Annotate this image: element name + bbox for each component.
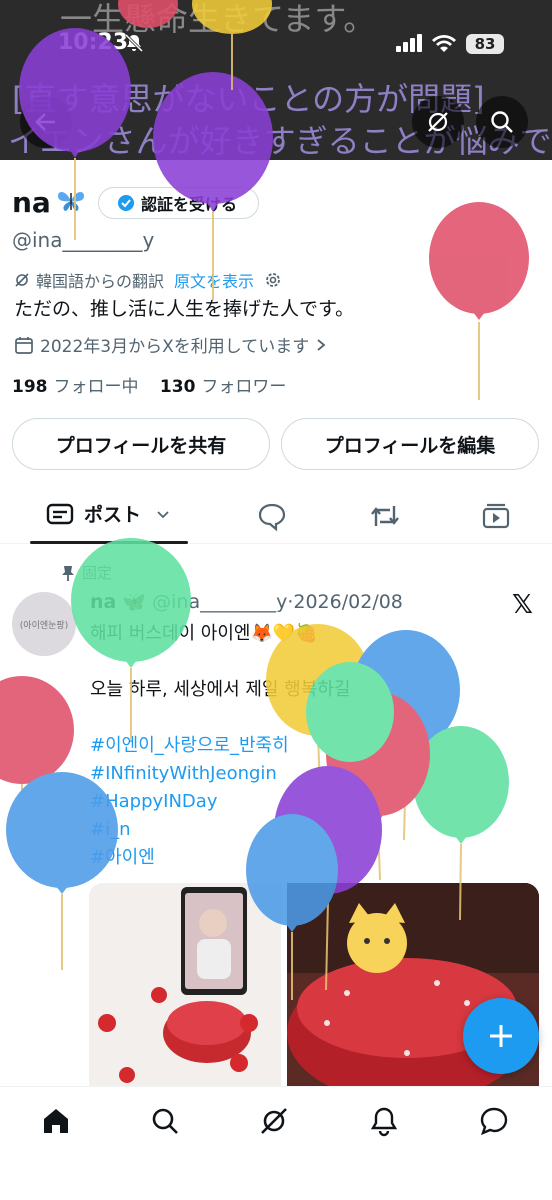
search-icon[interactable] bbox=[149, 1105, 181, 1137]
bottom-navigation bbox=[0, 1086, 552, 1200]
home-icon[interactable] bbox=[40, 1105, 72, 1137]
birthday-balloons-overlay bbox=[0, 0, 529, 1000]
messages-icon[interactable] bbox=[478, 1105, 510, 1137]
grok-icon[interactable] bbox=[258, 1105, 290, 1137]
notifications-icon[interactable] bbox=[368, 1105, 400, 1137]
